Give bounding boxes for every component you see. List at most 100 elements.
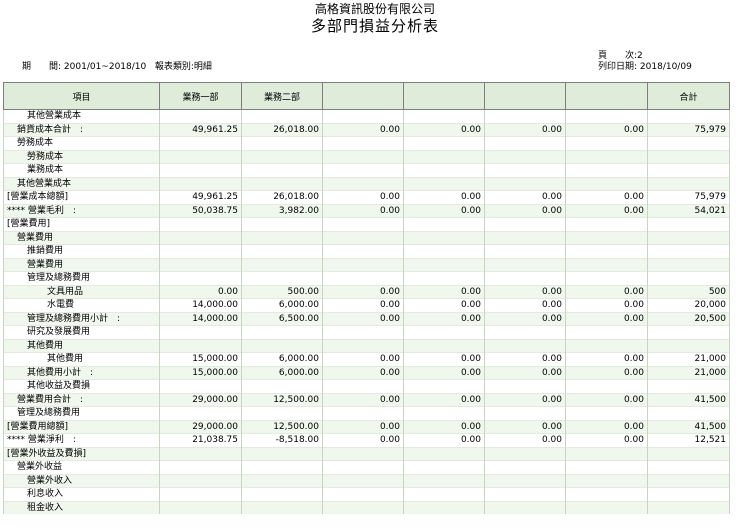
row-value: 49,961.25 (159, 122, 242, 137)
table-row: 研究及發展費用 (3, 325, 730, 339)
row-value (565, 487, 648, 501)
row-value: 41,500 (647, 392, 730, 407)
row-value: 0.00 (565, 190, 648, 204)
row-value (322, 244, 404, 258)
row-value (565, 257, 648, 272)
row-value: 3,982.00 (241, 203, 323, 218)
row-value: 0.00 (484, 352, 566, 366)
row-value (647, 149, 730, 164)
print-date-value: 2018/10/09 (639, 62, 692, 72)
row-value (159, 149, 242, 164)
row-value (322, 460, 404, 474)
row-value: 0.00 (565, 365, 648, 380)
row-value: 0.00 (403, 433, 485, 447)
row-value (241, 136, 323, 150)
row-value (322, 109, 404, 123)
row-value: 0.00 (484, 365, 566, 380)
row-value (565, 163, 648, 177)
row-value (241, 500, 323, 514)
row-value: 0.00 (403, 352, 485, 366)
row-value: 0.00 (322, 352, 404, 366)
row-value (322, 149, 404, 164)
row-value: 0.00 (484, 203, 566, 218)
row-value: 49,961.25 (159, 190, 242, 204)
row-value (159, 109, 242, 123)
page-number-info: 頁 次:2 (598, 51, 643, 62)
row-value (484, 446, 566, 461)
row-value (565, 230, 648, 245)
row-value: 6,000.00 (241, 298, 323, 312)
row-value: 41,500 (647, 419, 730, 434)
row-value (159, 244, 242, 258)
row-value (159, 406, 242, 420)
row-value (484, 176, 566, 191)
row-value (403, 257, 485, 272)
row-value: 29,000.00 (159, 392, 242, 407)
row-value (159, 230, 242, 245)
table-row: 其他收益及費損 (3, 379, 730, 393)
row-value (403, 325, 485, 339)
table-row: 推銷費用 (3, 244, 730, 258)
row-value (565, 406, 648, 420)
row-value (484, 487, 566, 501)
row-value (241, 176, 323, 191)
row-value (159, 176, 242, 191)
row-value: 12,521 (647, 433, 730, 447)
row-label: 管理及總務費用小計 : (3, 311, 160, 326)
row-value: 15,000.00 (159, 352, 242, 366)
row-value (647, 487, 730, 501)
row-value: 0.00 (565, 203, 648, 218)
row-value (647, 338, 730, 353)
row-value: 0.00 (565, 284, 648, 299)
table-row: 營業外收入 (3, 473, 730, 488)
row-value (647, 257, 730, 272)
table-row: **** 營業淨利 :21,038.75 -8,518.00 0.00 0.00 0.0… (3, 433, 730, 447)
company-name: 高格資訊股份有限公司 (314, 2, 435, 16)
row-label: 其他費用 (3, 352, 160, 366)
row-value (484, 136, 566, 150)
row-value (484, 217, 566, 231)
row-label: 勞務成本 (3, 136, 160, 150)
row-value (322, 163, 404, 177)
row-value: 0.00 (322, 311, 404, 326)
period-label: 期 間: (22, 62, 62, 72)
table-row: 其他費用 15,000.00 6,000.00 0.00 0.00 0.00 0.00 21,… (3, 352, 730, 366)
row-label: 其他費用小計 : (3, 365, 160, 380)
row-value: 0.00 (322, 419, 404, 434)
row-value (322, 446, 404, 461)
row-value (565, 271, 648, 285)
row-value (565, 176, 648, 191)
row-value (241, 149, 323, 164)
table-row: 水電費 14,000.00 6,000.00 0.00 0.00 0.00 0.00 20,0… (3, 298, 730, 312)
row-value: 500 (647, 284, 730, 299)
column-header-item: 項目 (3, 82, 160, 110)
row-value (647, 176, 730, 191)
row-value (647, 136, 730, 150)
row-value (159, 271, 242, 285)
row-value (565, 460, 648, 474)
row-label: 其他收益及費損 (3, 379, 160, 393)
row-value: 0.00 (565, 122, 648, 137)
row-value (322, 230, 404, 245)
table-row: 管理及總務費用小計 :14,000.00 6,500.00 0.00 0.00 0.00… (3, 311, 730, 326)
row-label: [營業成本總額] (3, 190, 160, 204)
row-value: 0.00 (403, 419, 485, 434)
row-value (403, 500, 485, 514)
row-value: 0.00 (322, 190, 404, 204)
row-value (241, 379, 323, 393)
row-label: 文具用品 (3, 284, 160, 299)
row-value (565, 149, 648, 164)
row-value: 12,500.00 (241, 392, 323, 407)
row-label: 管理及總務費用 (3, 406, 160, 420)
table-row: 營業費用合計 :29,000.00 12,500.00 0.00 0.00 0.00 0.… (3, 392, 730, 407)
row-value (647, 325, 730, 339)
row-value (241, 338, 323, 353)
row-value (322, 217, 404, 231)
row-value (484, 257, 566, 272)
row-value (647, 446, 730, 461)
row-value (565, 473, 648, 488)
row-value (322, 473, 404, 488)
row-label: 營業外收益 (3, 460, 160, 474)
row-value: 12,500.00 (241, 419, 323, 434)
row-value: 6,000.00 (241, 365, 323, 380)
